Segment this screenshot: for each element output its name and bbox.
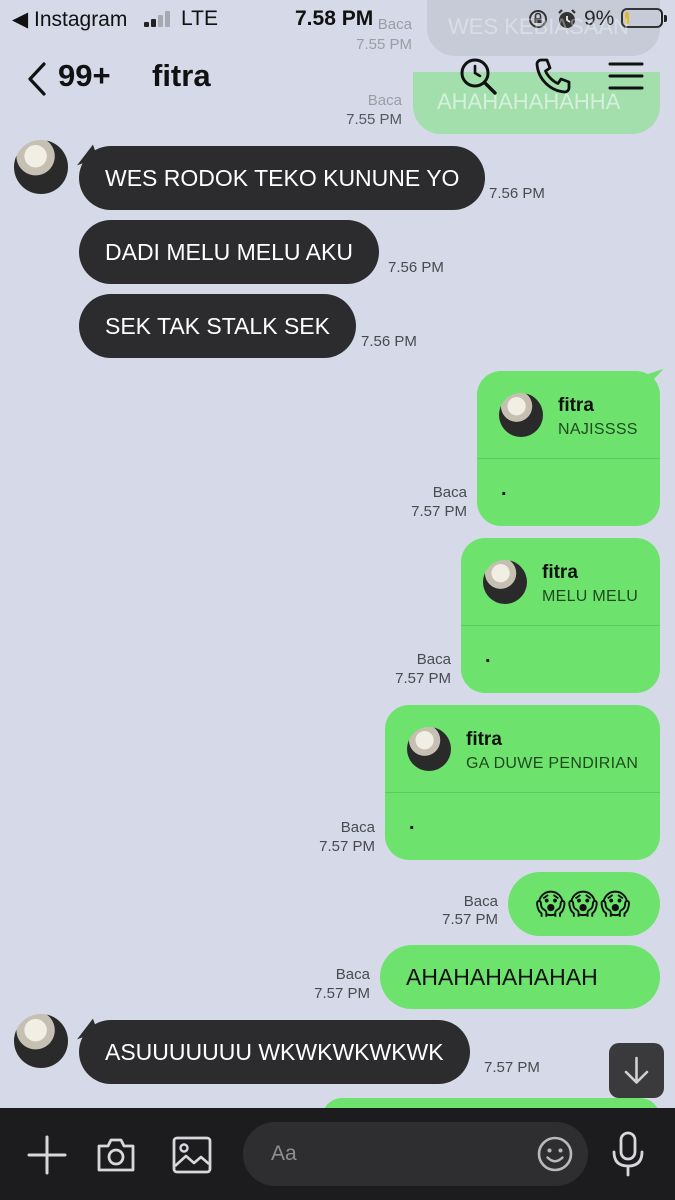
- plus-icon[interactable]: [26, 1134, 68, 1176]
- phone-call-icon[interactable]: [533, 56, 573, 96]
- signal-strength-icon: [144, 10, 174, 27]
- message-time: 7.57 PM: [395, 670, 451, 687]
- message-text: .: [409, 812, 415, 834]
- read-receipt: Baca: [416, 651, 451, 668]
- reply-message-card[interactable]: fitra NAJISSSS .: [477, 371, 660, 526]
- message-text: .: [501, 478, 507, 500]
- outgoing-message-bubble[interactable]: 😱😱😱: [508, 872, 660, 936]
- quoted-avatar: [407, 727, 451, 771]
- message-time: 7.57 PM: [319, 838, 375, 855]
- reply-message-card[interactable]: fitra MELU MELU .: [461, 538, 660, 693]
- message-text: .: [485, 645, 491, 667]
- quoted-message-text: GA DUWE PENDIRIAN: [466, 755, 639, 772]
- message-composer: Aa: [0, 1108, 675, 1200]
- chat-title[interactable]: fitra: [152, 58, 211, 94]
- quoted-sender-name: fitra: [542, 562, 578, 583]
- reply-message-card[interactable]: fitra GA DUWE PENDIRIAN .: [385, 705, 660, 860]
- network-type: LTE: [181, 7, 218, 30]
- microphone-icon[interactable]: [607, 1130, 649, 1178]
- message-time: 7.56 PM: [388, 259, 444, 276]
- incoming-message-bubble[interactable]: WES RODOK TEKO KUNUNE YO: [79, 146, 486, 210]
- outgoing-message-bubble[interactable]: AHAHAHAHAHAH: [380, 945, 660, 1009]
- contact-avatar[interactable]: [14, 140, 68, 194]
- chat-header: 99+ fitra: [0, 40, 675, 120]
- faded-read-label: Baca: [377, 16, 412, 33]
- quoted-message-text: MELU MELU: [542, 588, 639, 605]
- quoted-avatar: [499, 393, 543, 437]
- read-receipt: Baca: [463, 893, 498, 910]
- incoming-message-bubble[interactable]: DADI MELU MELU AKU: [79, 220, 379, 284]
- unread-count[interactable]: 99+: [58, 58, 111, 94]
- reply-divider: [385, 792, 660, 793]
- message-time: 7.56 PM: [361, 333, 417, 350]
- message-time: 7.57 PM: [484, 1059, 540, 1076]
- faded-message-text: WES KEBIASAAN: [448, 14, 629, 39]
- scroll-to-bottom-button[interactable]: [609, 1043, 664, 1098]
- back-chevron-icon[interactable]: [24, 60, 54, 98]
- quoted-sender-name: fitra: [466, 729, 502, 750]
- contact-avatar[interactable]: [14, 1014, 68, 1068]
- back-to-app-link[interactable]: ◀ Instagram: [12, 7, 127, 32]
- incoming-message-bubble[interactable]: SEK TAK STALK SEK: [79, 294, 356, 358]
- emoji-sticker-icon[interactable]: [536, 1135, 574, 1173]
- incoming-message-bubble[interactable]: ASUUUUUUU WKWKWKWKWK: [79, 1020, 470, 1084]
- reply-divider: [461, 625, 660, 626]
- gallery-image-icon[interactable]: [171, 1134, 213, 1176]
- quoted-avatar: [483, 560, 527, 604]
- message-time: 7.56 PM: [489, 185, 545, 202]
- message-time: 7.57 PM: [442, 911, 498, 928]
- menu-icon[interactable]: [606, 56, 646, 96]
- message-input[interactable]: Aa: [243, 1122, 588, 1186]
- camera-icon[interactable]: [95, 1134, 137, 1176]
- quoted-message-text: NAJISSSS: [558, 421, 638, 438]
- read-receipt: Baca: [432, 484, 467, 501]
- quoted-sender-name: fitra: [558, 395, 594, 416]
- read-receipt: Baca: [340, 819, 375, 836]
- reply-divider: [477, 458, 660, 459]
- arrow-down-icon: [624, 1056, 649, 1084]
- input-placeholder: Aa: [271, 1142, 297, 1165]
- read-receipt: Baca: [335, 966, 370, 983]
- message-time: 7.57 PM: [411, 503, 467, 520]
- search-icon[interactable]: [458, 56, 498, 96]
- message-time: 7.57 PM: [314, 985, 370, 1002]
